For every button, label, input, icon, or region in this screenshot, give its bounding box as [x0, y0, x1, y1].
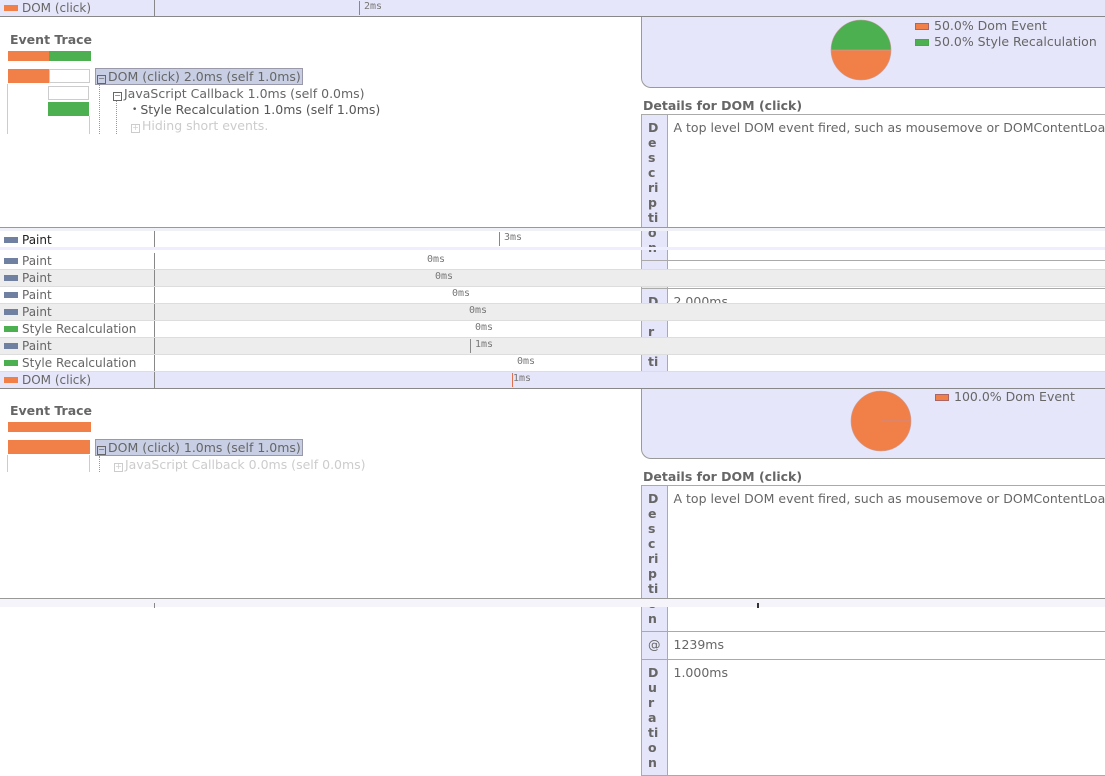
row-label: Paint	[22, 254, 52, 268]
trace-bar	[49, 69, 90, 83]
event-marker	[470, 339, 471, 353]
timeline-row[interactable]: Paint 0ms	[0, 253, 1105, 270]
row-duration: 1ms	[513, 373, 532, 384]
row-label: Style Recalculation	[22, 356, 137, 370]
divider	[154, 0, 155, 16]
row-label: Paint	[22, 305, 52, 319]
type-swatch-icon	[4, 360, 18, 366]
timeline-row[interactable]: Paint 0ms	[0, 304, 1105, 321]
timeline-row[interactable]: Paint 1ms	[0, 338, 1105, 355]
timeline-row[interactable]: Style Recalculation 0ms	[0, 355, 1105, 372]
row-duration: 0ms	[469, 305, 488, 316]
trace-bar	[8, 440, 90, 454]
tree-node-js-callback[interactable]: − JavaScript Callback 1.0ms (self 0.0ms)	[113, 86, 365, 101]
type-swatch-icon	[4, 377, 18, 383]
type-swatch-icon	[4, 326, 18, 332]
row-label: Paint	[22, 288, 52, 302]
row-label: DOM (click)	[22, 373, 92, 387]
tree-node-label: DOM (click) 1.0ms (self 1.0ms)	[108, 440, 301, 455]
guide-line	[7, 84, 8, 134]
trace-bar	[48, 102, 89, 116]
pie-legend: 50.0% Dom Event 50.0% Style Recalculatio…	[915, 18, 1097, 50]
tree-node-label: DOM (click) 2.0ms (self 1.0ms)	[108, 69, 301, 84]
row-duration: 0ms	[475, 322, 494, 333]
timeline-row[interactable]: DOM (click) 1ms	[0, 372, 1105, 389]
tree-node-js-callback[interactable]: + JavaScript Callback 0.0ms (self 0.0ms)	[114, 457, 366, 472]
tree-node-dom-click[interactable]: − DOM (click) 1.0ms (self 1.0ms)	[95, 439, 303, 456]
pie-slice-dom-event	[830, 49, 892, 81]
tree-node-label: Hiding short events.	[142, 118, 269, 133]
pie-legend: 100.0% Dom Event	[935, 389, 1075, 405]
timeline-row-paint[interactable]: Paint 3ms	[0, 231, 1105, 250]
type-swatch-icon	[4, 275, 18, 281]
guide-line	[116, 101, 117, 134]
tree-node-hidden-events[interactable]: + Hiding short events.	[131, 118, 268, 133]
row-label: DOM (click)	[22, 1, 92, 15]
type-swatch-icon	[4, 292, 18, 298]
row-duration: 1ms	[475, 339, 494, 350]
tree-node-label: Style Recalculation 1.0ms (self 1.0ms)	[140, 102, 381, 117]
row-duration: 0ms	[435, 271, 454, 282]
row-label: Paint	[22, 271, 52, 285]
legend-swatch-icon	[935, 394, 949, 401]
collapse-icon[interactable]: −	[97, 446, 106, 455]
trace-bar-style	[49, 51, 91, 61]
guide-line	[99, 85, 100, 134]
type-swatch-icon	[4, 343, 18, 349]
type-swatch-icon	[4, 309, 18, 315]
tree-node-label: JavaScript Callback 1.0ms (self 0.0ms)	[124, 86, 365, 101]
trace-bar	[48, 86, 89, 100]
collapse-icon[interactable]: −	[113, 92, 122, 101]
row-duration: 2ms	[364, 1, 383, 12]
trace-bar-dom	[8, 422, 91, 432]
expand-icon[interactable]: +	[114, 463, 123, 472]
timeline-row[interactable]: Paint 0ms	[0, 287, 1105, 304]
collapse-icon[interactable]: −	[97, 75, 106, 84]
row-label: Style Recalculation	[22, 322, 137, 336]
pie-chart	[830, 19, 892, 81]
row-duration: 0ms	[427, 254, 446, 265]
legend-item: 50.0% Dom Event	[915, 18, 1097, 34]
details-title: Details for DOM (click)	[643, 469, 803, 484]
pie-chart	[850, 390, 912, 452]
row-duration: 3ms	[504, 232, 523, 243]
type-swatch-icon	[4, 258, 18, 264]
event-trace-title: Event Trace	[10, 403, 93, 418]
details-table: DescriptionA top level DOM event fired, …	[641, 485, 1105, 776]
expand-icon[interactable]: +	[131, 124, 140, 133]
guide-line	[89, 116, 90, 134]
summary-panel: 100.0% Dom Event	[641, 389, 1105, 459]
bullet-icon: •	[132, 105, 138, 115]
legend-swatch-icon	[915, 23, 929, 30]
legend-item: 50.0% Style Recalculation	[915, 34, 1097, 50]
trace-bar-dom	[8, 51, 49, 61]
row-duration: 0ms	[517, 356, 536, 367]
timeline-row[interactable]: Style Recalculation 0ms	[0, 321, 1105, 338]
timeline-row-dom-click[interactable]: DOM (click) 2ms	[0, 0, 1105, 17]
timeline-row[interactable]: Paint 0ms	[0, 270, 1105, 287]
trace-bar	[8, 69, 49, 83]
dom-swatch-icon	[4, 5, 18, 11]
row-label: Paint	[22, 339, 52, 353]
pie-slice-style-recalculation	[830, 19, 892, 51]
tree-node-label: JavaScript Callback 0.0ms (self 0.0ms)	[125, 457, 366, 472]
event-trace-title: Event Trace	[10, 32, 93, 47]
legend-swatch-icon	[915, 39, 929, 46]
legend-item: 100.0% Dom Event	[935, 389, 1075, 405]
tree-node-dom-click[interactable]: − DOM (click) 2.0ms (self 1.0ms)	[95, 68, 303, 85]
event-marker	[359, 1, 360, 15]
event-marker	[499, 232, 500, 246]
summary-panel: 50.0% Dom Event 50.0% Style Recalculatio…	[641, 17, 1105, 88]
row-label: Paint	[22, 233, 52, 247]
row-duration: 0ms	[452, 288, 471, 299]
tree-node-style-recalc[interactable]: • Style Recalculation 1.0ms (self 1.0ms)	[132, 102, 380, 117]
details-title: Details for DOM (click)	[643, 98, 803, 113]
next-row[interactable]	[0, 598, 1105, 608]
